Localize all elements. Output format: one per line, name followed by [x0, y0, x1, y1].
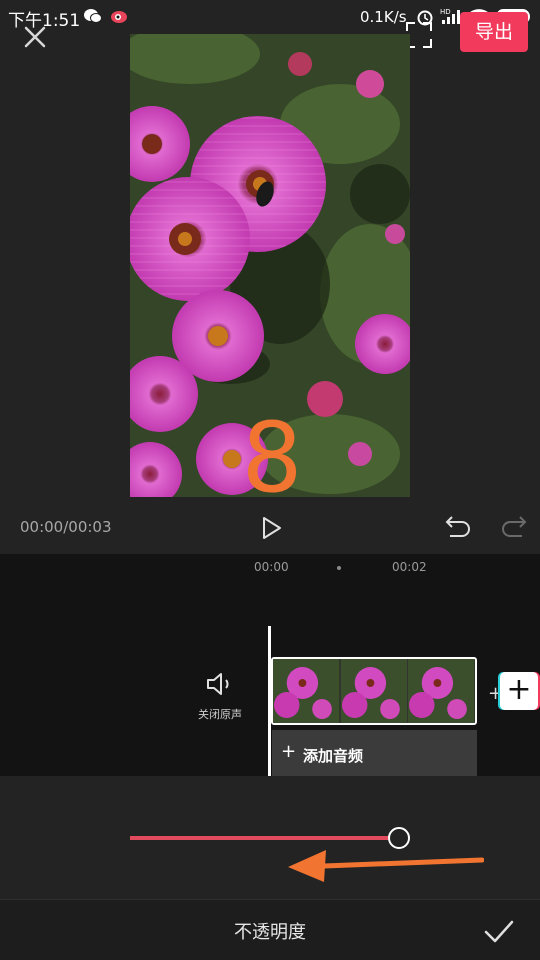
- close-button[interactable]: [16, 18, 54, 56]
- opacity-slider-track[interactable]: [130, 836, 399, 840]
- weibo-icon: [111, 11, 127, 23]
- clip-thumbnail: [340, 659, 409, 723]
- annotation-arrow: [288, 850, 484, 882]
- timecode: 00:00/00:03: [20, 518, 112, 536]
- hd-signal-icon: HD: [440, 8, 460, 24]
- plus-icon: +: [281, 741, 297, 762]
- playhead[interactable]: [268, 626, 271, 776]
- panel-title: 不透明度: [234, 922, 306, 943]
- undo-icon[interactable]: [442, 512, 474, 544]
- net-speed: 0.1K/s: [360, 8, 407, 26]
- confirm-check-icon[interactable]: [482, 914, 516, 948]
- play-icon[interactable]: [256, 512, 288, 544]
- wechat-icon: [84, 9, 102, 23]
- svg-text:HD: HD: [440, 8, 451, 16]
- ruler-label: 00:00: [254, 560, 289, 574]
- status-bar: 下午1:51 0.1K/s HD 76: [0, 0, 540, 34]
- clip-thumbnail: [273, 659, 341, 723]
- video-clip[interactable]: [271, 657, 477, 725]
- step-number-annotation: 8: [241, 402, 303, 514]
- add-clip-button[interactable]: +: [500, 672, 538, 710]
- mute-original-label[interactable]: 关闭原声: [190, 706, 250, 722]
- redo-icon[interactable]: [498, 512, 530, 544]
- speaker-icon[interactable]: [205, 671, 233, 697]
- add-audio-label: 添加音频: [303, 747, 364, 765]
- clip-thumbnail: [408, 659, 475, 723]
- ruler-dot: [337, 566, 341, 570]
- ruler-label: 00:02: [392, 560, 427, 574]
- export-button[interactable]: 导出: [460, 12, 528, 52]
